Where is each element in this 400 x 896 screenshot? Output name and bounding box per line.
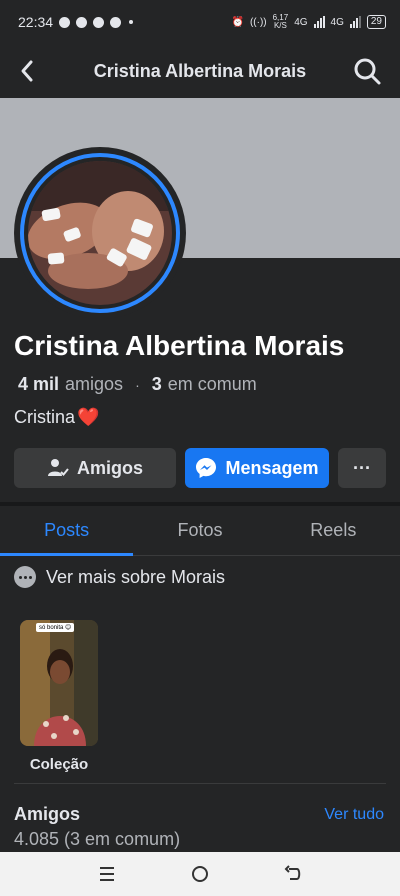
whatsapp-notification-icon <box>110 16 122 28</box>
mutual-label: em comum <box>167 374 257 394</box>
friends-label: amigos <box>65 374 124 394</box>
signal-icon-2 <box>349 16 361 28</box>
see-more-about-label: Ver mais sobre Morais <box>46 566 226 587</box>
friends-section-count: 4.085 (3 em comum) <box>14 829 181 849</box>
status-right: ⏰ ((·)) 6,17 K/S 4G 4G 29 <box>231 13 386 30</box>
heart-emoji: ❤️ <box>77 407 100 427</box>
tab-posts[interactable]: Posts <box>0 506 134 556</box>
system-navigation-bar <box>0 852 400 896</box>
collection-caption: só bonita 😊 <box>36 623 75 632</box>
info-dots-icon <box>14 566 36 588</box>
profile-avatar[interactable] <box>14 147 186 319</box>
network-type-1: 4G <box>294 16 308 28</box>
profile-stats[interactable]: 4 mil amigos · 3 em comum <box>18 374 257 395</box>
collection-thumbnail: só bonita 😊 <box>20 620 98 746</box>
featured-collection[interactable]: só bonita 😊 Coleção <box>20 620 98 773</box>
friends-check-icon <box>47 459 69 476</box>
more-dots-icon: ··· <box>353 457 371 478</box>
profile-bio: Cristina ❤️ <box>14 407 99 428</box>
profile-tabs: Posts Fotos Reels <box>0 506 400 556</box>
story-ring <box>20 153 180 313</box>
network-speed: 6,17 K/S <box>272 13 289 30</box>
stats-separator: · <box>135 376 140 393</box>
snapchat-notification-icon <box>93 16 105 28</box>
tab-reels[interactable]: Reels <box>267 506 400 555</box>
tab-photos[interactable]: Fotos <box>133 506 266 555</box>
friends-button[interactable]: Amigos <box>14 448 176 488</box>
signal-icon-1 <box>313 16 325 28</box>
messenger-icon <box>196 458 217 478</box>
friends-divider <box>14 783 386 784</box>
recents-icon[interactable] <box>95 862 119 886</box>
messenger-notification-icon <box>76 16 88 28</box>
profile-name: Cristina Albertina Morais <box>14 330 345 361</box>
battery-icon: 29 <box>366 15 386 29</box>
status-time: 22:34 <box>18 14 54 30</box>
more-notifications-dot <box>129 20 134 24</box>
friends-count: 4 mil <box>18 374 60 394</box>
message-button[interactable]: Mensagem <box>185 448 329 488</box>
avatar-photo <box>28 161 172 305</box>
collection-label: Coleção <box>29 756 89 773</box>
mutual-count: 3 <box>151 374 162 394</box>
status-left: 22:34 <box>18 14 134 30</box>
network-type-2: 4G <box>330 16 344 28</box>
alarm-icon: ⏰ <box>231 16 244 28</box>
profile-actions: Amigos Mensagem ··· <box>14 448 386 488</box>
bio-text: Cristina <box>14 407 76 427</box>
home-icon[interactable] <box>188 862 212 886</box>
more-options-button[interactable]: ··· <box>338 448 386 488</box>
see-all-friends-link[interactable]: Ver tudo <box>324 806 384 824</box>
see-more-about-row[interactable]: Ver mais sobre Morais <box>14 566 225 588</box>
message-button-label: Mensagem <box>225 457 319 478</box>
friends-section-title: Amigos <box>14 804 81 824</box>
header-title: Cristina Albertina Morais <box>93 61 307 81</box>
profile-header: Cristina Albertina Morais <box>0 44 400 98</box>
notification-icon <box>59 16 71 28</box>
friends-button-label: Amigos <box>76 457 143 478</box>
hotspot-icon: ((·)) <box>249 16 267 28</box>
status-bar: 22:34 ⏰ ((·)) 6,17 K/S 4G 4G 29 <box>0 0 400 44</box>
search-icon[interactable] <box>352 56 382 86</box>
back-icon[interactable] <box>281 862 305 886</box>
